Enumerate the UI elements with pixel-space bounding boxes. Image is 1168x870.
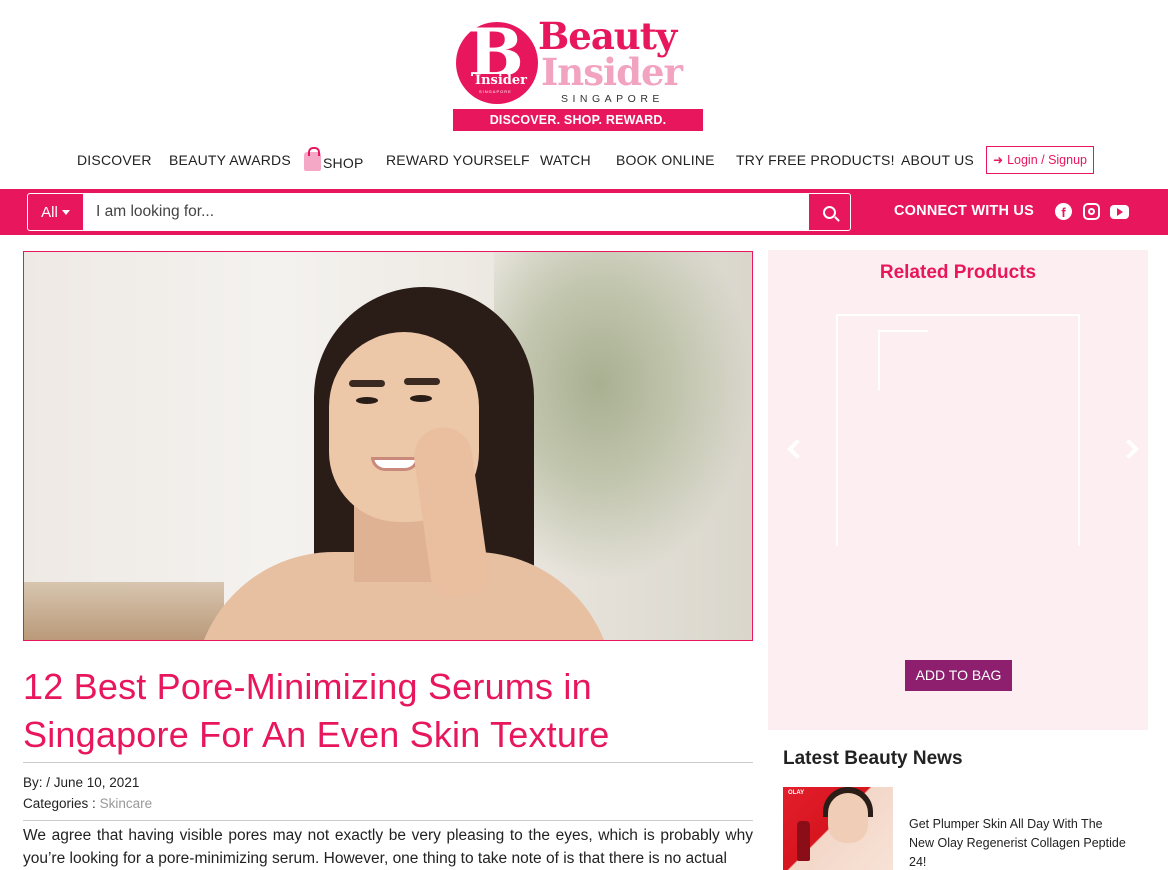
related-products-title: Related Products [879,262,1037,283]
chevron-right-icon [1119,439,1139,459]
nav-item-shop-label: SHOP [323,155,364,171]
nav-item-book-online[interactable]: BOOK ONLINE [616,152,715,168]
product-image-detail [878,330,928,390]
hero-eye-right [410,395,432,402]
category-link[interactable]: Skincare [100,796,153,811]
nav-item-about-us[interactable]: ABOUT US [901,152,974,168]
add-to-bag-button[interactable]: ADD TO BAG [905,660,1012,691]
nav-item-try-free-products[interactable]: TRY FREE PRODUCTS! [736,152,895,168]
youtube-icon[interactable] [1110,205,1129,219]
divider [23,820,753,821]
article-hero-image [23,251,753,641]
carousel-prev-button[interactable] [782,438,807,466]
hero-shelf [24,582,224,640]
hero-brow-right [404,378,440,385]
logo-region: SINGAPORE [561,93,664,105]
news-thumb-face [828,793,868,843]
news-headline-link[interactable]: Get Plumper Skin All Day With The New Ol… [909,815,1131,870]
nav-item-reward-yourself[interactable]: REWARD YOURSELF [386,152,530,168]
logo-word-insider: Insider [541,50,683,94]
search-category-dropdown[interactable]: All [28,194,83,230]
related-products: Related Products ADD TO BAG [768,250,1148,730]
search-input[interactable] [83,194,809,230]
logo-tagline: DISCOVER. SHOP. REWARD. [453,109,703,131]
login-signup-label: Login / Signup [1007,153,1087,167]
main-nav: DISCOVER BEAUTY AWARDS SHOP REWARD YOURS… [0,146,1168,176]
nav-item-discover[interactable]: DISCOVER [77,152,152,168]
search-box: All [27,193,851,231]
search-bar: All CONNECT WITH US f [0,189,1168,235]
logo-badge-sub: SINGAPORE [479,89,512,94]
site-logo[interactable]: B Insider SINGAPORE Beauty Insider SINGA… [453,18,703,131]
nav-item-shop[interactable]: SHOP [304,147,364,171]
latest-news-title: Latest Beauty News [783,748,963,769]
carousel-next-button[interactable] [1119,438,1144,466]
hero-eye-left [356,397,378,404]
hero-smile [371,457,419,471]
login-signup-button[interactable]: ➜ Login / Signup [986,146,1094,174]
article-byline: By: / June 10, 2021 [23,775,140,790]
news-thumbnail[interactable]: OLAY [783,787,893,870]
nav-item-beauty-awards[interactable]: BEAUTY AWARDS [169,152,291,168]
instagram-icon[interactable] [1083,203,1100,220]
news-thumb-bottle [797,821,810,861]
article-title: 12 Best Pore-Minimizing Serums in Singap… [23,666,610,755]
product-image-placeholder[interactable] [836,314,1080,546]
search-category-label: All [41,203,58,221]
shopping-bag-icon [304,147,321,171]
nav-item-watch[interactable]: WATCH [540,152,591,168]
search-icon [823,205,836,219]
divider [23,762,753,763]
connect-label: CONNECT WITH US [894,203,1034,219]
chevron-left-icon [787,439,807,459]
hero-brow-left [349,380,385,387]
article-body: We agree that having visible pores may n… [23,827,753,867]
facebook-icon[interactable]: f [1055,203,1072,220]
search-button[interactable] [809,194,850,230]
caret-down-icon [61,209,70,215]
news-thumb-brand: OLAY [788,790,805,796]
logo-badge-word: Insider [473,73,529,88]
sign-in-icon: ➜ [993,153,1004,167]
article-categories: Categories : Skincare [23,796,152,811]
categories-label: Categories : [23,796,96,811]
